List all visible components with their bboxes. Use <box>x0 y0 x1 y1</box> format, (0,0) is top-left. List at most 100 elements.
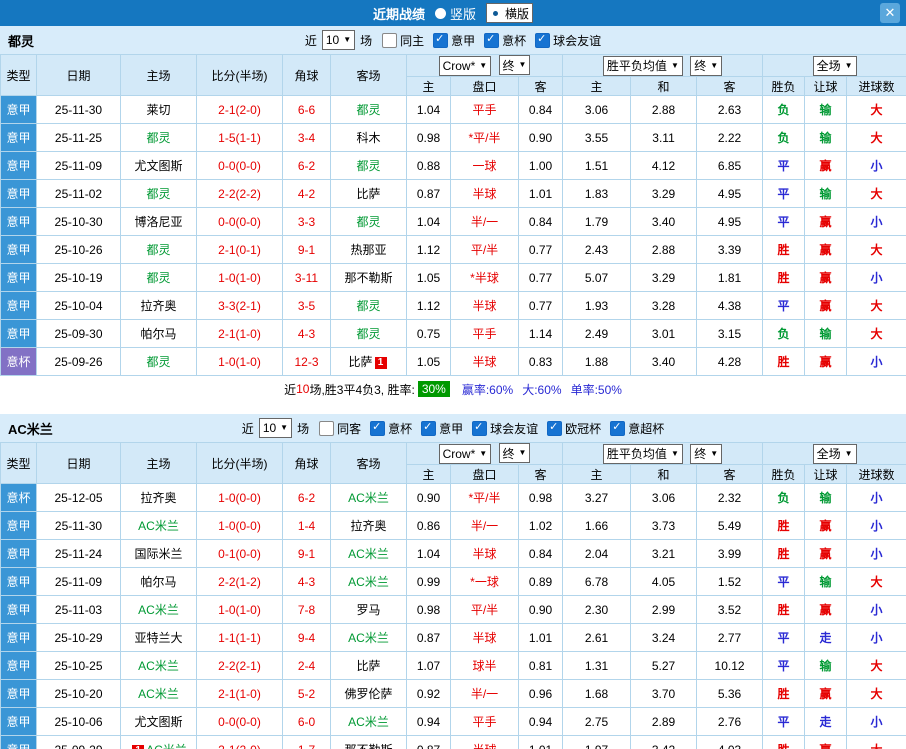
away-team-cell[interactable]: 佛罗伦萨 <box>330 679 407 708</box>
team-name-text[interactable]: 比萨 <box>348 355 372 369</box>
team-name-text[interactable]: 帕尔马 <box>140 327 176 341</box>
team-name-text[interactable]: 帕尔马 <box>140 575 176 589</box>
home-team-cell[interactable]: 拉齐奥 <box>120 291 197 320</box>
league-filter-checkbox[interactable]: 意杯 <box>370 420 412 437</box>
match-score[interactable]: 2-2(1-2) <box>196 567 283 596</box>
away-team-cell[interactable]: 都灵 <box>330 319 407 348</box>
odds-company-select[interactable]: Crow* ▼ <box>438 55 492 76</box>
home-team-cell[interactable]: 都灵 <box>120 235 197 264</box>
match-score[interactable]: 2-2(2-1) <box>196 651 283 680</box>
home-team-cell[interactable]: 博洛尼亚 <box>120 207 197 236</box>
home-team-cell[interactable]: 亚特兰大 <box>120 623 197 652</box>
match-score[interactable]: 1-0(0-0) <box>196 511 283 540</box>
home-team-cell[interactable]: 都灵 <box>120 263 197 292</box>
home-team-cell[interactable]: 拉齐奥 <box>120 483 197 512</box>
match-score[interactable]: 2-1(1-0) <box>196 679 283 708</box>
away-team-cell[interactable]: 都灵 <box>330 207 407 236</box>
odds-stage-select[interactable]: 终 ▼ <box>498 55 531 76</box>
checkbox-checked-icon[interactable] <box>433 32 449 48</box>
home-team-cell[interactable]: 都灵 <box>120 179 197 208</box>
team-name-text[interactable]: 都灵 <box>356 103 380 117</box>
away-team-cell[interactable]: 那不勒斯 <box>330 263 407 292</box>
away-team-cell[interactable]: 热那亚 <box>330 235 407 264</box>
wdl-average-select[interactable]: 胜平负均值 ▼ <box>602 55 683 76</box>
odds-company-select[interactable]: Crow* ▼ <box>438 443 492 464</box>
league-filter-checkbox[interactable]: 球会友谊 <box>535 32 601 49</box>
league-filter-checkbox[interactable]: 意甲 <box>421 420 463 437</box>
team-name-text[interactable]: 科木 <box>356 131 380 145</box>
home-team-cell[interactable]: 尤文图斯 <box>120 151 197 180</box>
checkbox-checked-icon[interactable] <box>547 420 563 436</box>
checkbox-unchecked-icon[interactable] <box>319 420 335 436</box>
league-filter-checkbox[interactable]: 欧冠杯 <box>547 420 601 437</box>
team-name-text[interactable]: 比萨 <box>356 659 380 673</box>
away-team-cell[interactable]: 比萨 <box>330 179 407 208</box>
team-name-text[interactable]: 都灵 <box>356 299 380 313</box>
home-team-cell[interactable]: 都灵 <box>120 347 197 376</box>
wdl-average-select[interactable]: 胜平负均值 ▼ <box>602 443 683 464</box>
home-team-cell[interactable]: 1AC米兰 <box>120 735 197 749</box>
match-count-select[interactable]: 10 ▼ <box>321 30 356 50</box>
team-name-text[interactable]: 那不勒斯 <box>344 271 392 285</box>
match-score[interactable]: 2-2(2-2) <box>196 179 283 208</box>
checkbox-checked-icon[interactable] <box>484 32 500 48</box>
match-score[interactable]: 2-1(0-1) <box>196 235 283 264</box>
checkbox-unchecked-icon[interactable] <box>382 32 398 48</box>
radio-horizontal-layout[interactable]: 横版 <box>486 3 534 23</box>
match-score[interactable]: 1-0(1-0) <box>196 347 283 376</box>
league-filter-checkbox[interactable]: 意超杯 <box>610 420 664 437</box>
team-name-text[interactable]: 都灵 <box>146 271 170 285</box>
home-team-cell[interactable]: 尤文图斯 <box>120 707 197 736</box>
team-name-text[interactable]: 拉齐奥 <box>140 299 176 313</box>
radio-icon[interactable] <box>490 7 501 19</box>
team-name-text[interactable]: AC米兰 <box>138 687 179 701</box>
away-team-cell[interactable]: AC米兰 <box>330 539 407 568</box>
home-team-cell[interactable]: 帕尔马 <box>120 567 197 596</box>
match-score[interactable]: 1-0(1-0) <box>196 595 283 624</box>
team-name-text[interactable]: 都灵 <box>146 355 170 369</box>
team-name-text[interactable]: 都灵 <box>356 159 380 173</box>
radio-vertical-layout[interactable]: 竖版 <box>434 4 476 23</box>
away-team-cell[interactable]: 都灵 <box>330 151 407 180</box>
home-team-cell[interactable]: AC米兰 <box>120 679 197 708</box>
radio-icon[interactable] <box>434 7 446 19</box>
team-name-text[interactable]: 都灵 <box>356 215 380 229</box>
away-team-cell[interactable]: 比萨 1 <box>330 347 407 376</box>
team-name-text[interactable]: AC米兰 <box>348 575 389 589</box>
away-team-cell[interactable]: 拉齐奥 <box>330 511 407 540</box>
wdl-stage-select[interactable]: 终 ▼ <box>690 55 723 76</box>
home-team-cell[interactable]: AC米兰 <box>120 651 197 680</box>
match-score[interactable]: 2-1(2-0) <box>196 95 283 124</box>
team-name-text[interactable]: 都灵 <box>356 327 380 341</box>
away-team-cell[interactable]: 罗马 <box>330 595 407 624</box>
match-score[interactable]: 0-0(0-0) <box>196 207 283 236</box>
checkbox-checked-icon[interactable] <box>421 420 437 436</box>
checkbox-checked-icon[interactable] <box>472 420 488 436</box>
match-score[interactable]: 0-1(0-0) <box>196 539 283 568</box>
close-button[interactable]: ✕ <box>880 3 900 23</box>
away-team-cell[interactable]: AC米兰 <box>330 483 407 512</box>
home-team-cell[interactable]: 国际米兰 <box>120 539 197 568</box>
team-name-text[interactable]: 都灵 <box>146 131 170 145</box>
home-team-cell[interactable]: 莱切 <box>120 95 197 124</box>
team-name-text[interactable]: 佛罗伦萨 <box>344 687 392 701</box>
home-team-cell[interactable]: AC米兰 <box>120 511 197 540</box>
team-name-text[interactable]: AC米兰 <box>138 603 179 617</box>
team-name-text[interactable]: 尤文图斯 <box>134 159 182 173</box>
team-name-text[interactable]: 那不勒斯 <box>344 743 392 749</box>
team-name-text[interactable]: 比萨 <box>356 187 380 201</box>
team-name-text[interactable]: AC米兰 <box>348 491 389 505</box>
away-team-cell[interactable]: AC米兰 <box>330 707 407 736</box>
match-score[interactable]: 2-1(1-0) <box>196 319 283 348</box>
match-score[interactable]: 0-0(0-0) <box>196 707 283 736</box>
away-team-cell[interactable]: 都灵 <box>330 291 407 320</box>
team-name-text[interactable]: 拉齐奥 <box>350 519 386 533</box>
team-name-text[interactable]: 都灵 <box>146 187 170 201</box>
league-filter-checkbox[interactable]: 同客 <box>319 420 361 437</box>
match-score[interactable]: 1-1(1-1) <box>196 623 283 652</box>
league-filter-checkbox[interactable]: 球会友谊 <box>472 420 538 437</box>
team-name-text[interactable]: 尤文图斯 <box>134 715 182 729</box>
away-team-cell[interactable]: AC米兰 <box>330 623 407 652</box>
team-name-text[interactable]: 都灵 <box>146 243 170 257</box>
wdl-stage-select[interactable]: 终 ▼ <box>690 443 723 464</box>
